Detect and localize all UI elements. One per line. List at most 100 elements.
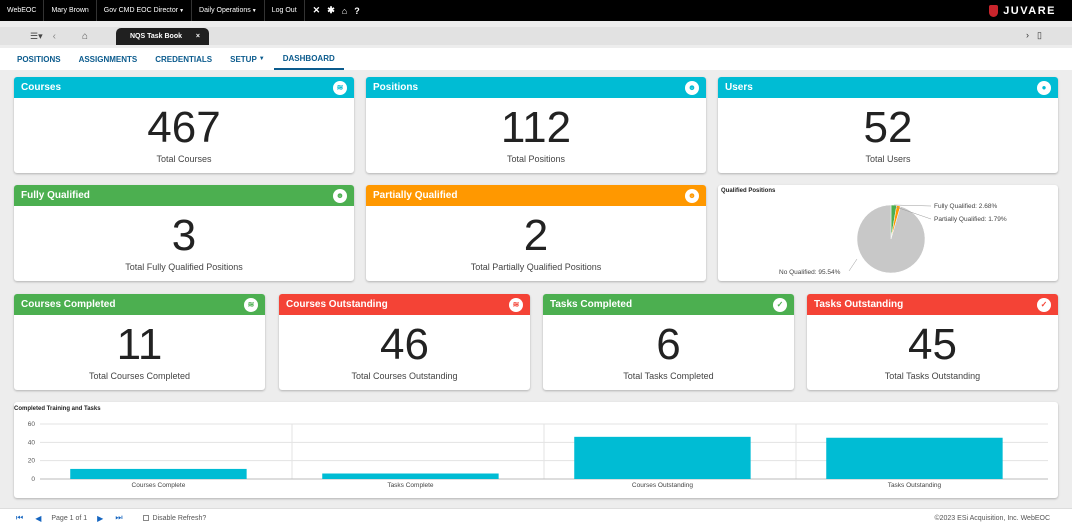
card-value: 3 bbox=[171, 211, 197, 260]
first-page-icon[interactable]: ⏮ bbox=[10, 513, 29, 523]
card-title: Courses Outstanding bbox=[286, 299, 388, 310]
nav-credentials[interactable]: CREDENTIALS bbox=[146, 48, 221, 70]
pie-label: No Qualified: 95.54% bbox=[779, 269, 841, 276]
card-value: 2 bbox=[523, 211, 549, 260]
nav-assignments[interactable]: ASSIGNMENTS bbox=[70, 48, 147, 70]
x-tick-label: Tasks Outstanding bbox=[888, 482, 942, 489]
y-tick-label: 60 bbox=[28, 421, 36, 428]
checkbox-icon[interactable] bbox=[142, 515, 149, 521]
layers-icon: ≋ bbox=[333, 80, 347, 95]
bar-chart: 0 20 40 60 Courses Complete Tasks Complete Cou… bbox=[28, 421, 1048, 489]
courses-completed-card: Courses Completed ≋ 11 Total Courses Comp… bbox=[14, 294, 265, 390]
close-icon[interactable]: × bbox=[196, 33, 200, 40]
card-label: Total Fully Qualified Positions bbox=[125, 262, 243, 272]
card-value: 112 bbox=[500, 103, 572, 152]
copyright: ©2023 ESi Acquisition, Inc. WebEOC bbox=[934, 514, 1050, 522]
pie-title: Qualified Positions bbox=[721, 188, 776, 194]
card-value: 467 bbox=[147, 103, 221, 152]
layers-icon: ≋ bbox=[509, 297, 523, 312]
card-value: 11 bbox=[116, 320, 163, 369]
tasks-outstanding-card: Tasks Outstanding ✓ 45 Total Tasks Outsta… bbox=[807, 294, 1058, 390]
gear-icon[interactable]: ✱ bbox=[327, 5, 335, 16]
courses-card: Courses ≋ 467 Total Courses bbox=[14, 77, 354, 173]
card-label: Total Courses Outstanding bbox=[351, 371, 458, 381]
caret-down-icon: ▼ bbox=[251, 7, 257, 14]
nav-positions[interactable]: POSITIONS bbox=[0, 48, 70, 70]
card-label: Total Courses Completed bbox=[88, 371, 191, 381]
chevron-right-icon[interactable]: › bbox=[1026, 30, 1029, 41]
card-title: Tasks Outstanding bbox=[814, 299, 904, 310]
logout-link[interactable]: Log Out bbox=[265, 0, 305, 21]
bar bbox=[322, 473, 499, 479]
nav-dashboard[interactable]: DASHBOARD bbox=[273, 48, 344, 70]
bar bbox=[70, 468, 247, 479]
top-bar: WebEOC Mary Brown Gov CMD EOC Director ▼ … bbox=[0, 0, 1072, 21]
incident-dropdown[interactable]: Daily Operations ▼ bbox=[192, 0, 265, 21]
inbox-icon[interactable]: ⌂ bbox=[342, 6, 347, 16]
x-tick-label: Tasks Complete bbox=[387, 482, 434, 489]
card-title: Courses Completed bbox=[21, 299, 116, 310]
nav-setup[interactable]: SETUP ▼ bbox=[221, 48, 274, 70]
x-tick-label: Courses Complete bbox=[132, 482, 186, 489]
bar bbox=[574, 436, 751, 479]
card-label: Total Users bbox=[865, 154, 911, 164]
y-tick-label: 40 bbox=[28, 439, 36, 446]
prev-page-icon[interactable]: ◀ bbox=[29, 514, 47, 523]
sub-nav: POSITIONS ASSIGNMENTS CREDENTIALS SETUP ▼… bbox=[0, 48, 1072, 70]
card-label: Total Tasks Completed bbox=[623, 371, 714, 381]
layers-icon: ≋ bbox=[244, 297, 258, 312]
juvare-shield-icon bbox=[989, 4, 999, 17]
position-dropdown[interactable]: Gov CMD EOC Director ▼ bbox=[97, 0, 193, 21]
users-group-icon: ☻ bbox=[333, 188, 347, 203]
bar-chart-title: Completed Training and Tasks bbox=[14, 406, 101, 412]
positions-card: Positions ☻ 112 Total Positions bbox=[366, 77, 706, 173]
next-page-icon[interactable]: ▶ bbox=[91, 514, 109, 523]
pie-slice bbox=[856, 204, 926, 274]
completed-training-chart-card: 0 20 40 60 Courses Complete Tasks Complete Cou… bbox=[14, 402, 1058, 498]
page-indicator: Page 1 of 1 bbox=[51, 514, 88, 522]
help-icon[interactable]: ? bbox=[354, 6, 360, 16]
pie-label: Fully Qualified: 2.68% bbox=[934, 203, 997, 210]
menu-icon[interactable]: ☰▾ bbox=[30, 31, 43, 42]
courses-outstanding-card: Courses Outstanding ≋ 46 Total Courses Ou… bbox=[279, 294, 530, 390]
brand-logo: JUVARE bbox=[989, 4, 1072, 17]
document-icon[interactable]: ▯ bbox=[1037, 30, 1042, 41]
card-value: 6 bbox=[656, 320, 681, 369]
chevron-left-icon[interactable]: ‹ bbox=[53, 31, 56, 42]
app-name[interactable]: WebEOC bbox=[0, 0, 45, 21]
x-tick-label: Courses Outstanding bbox=[632, 482, 693, 489]
y-tick-label: 20 bbox=[28, 458, 36, 465]
disable-refresh-checkbox[interactable]: Disable Refresh? bbox=[142, 515, 206, 522]
users-group-icon: ☻ bbox=[685, 188, 699, 203]
user-name[interactable]: Mary Brown bbox=[44, 0, 97, 21]
card-title: Partially Qualified bbox=[373, 190, 458, 201]
card-value: 46 bbox=[380, 320, 429, 369]
check-icon: ✓ bbox=[1037, 297, 1051, 312]
card-label: Total Positions bbox=[506, 154, 566, 164]
pie-label: Partially Qualified: 1.79% bbox=[934, 216, 1007, 223]
card-label: Total Partially Qualified Positions bbox=[470, 262, 602, 272]
card-title: Tasks Completed bbox=[550, 299, 633, 310]
y-tick-label: 0 bbox=[31, 476, 35, 483]
card-title: Positions bbox=[373, 82, 419, 93]
card-title: Fully Qualified bbox=[21, 190, 90, 201]
fully-qualified-card: Fully Qualified ☻ 3 Total Fully Qualified… bbox=[14, 185, 354, 281]
partially-qualified-card: Partially Qualified ☻ 2 Total Partially Q… bbox=[366, 185, 706, 281]
tab-bar: ☰▾ ‹ ⌂ NQS Task Book × › ▯ bbox=[0, 27, 1072, 45]
qualified-positions-pie-card: Qualified Positions Fully Qualified: 2.6… bbox=[718, 185, 1058, 281]
caret-down-icon: ▼ bbox=[258, 56, 265, 62]
home-icon[interactable]: ⌂ bbox=[82, 31, 88, 42]
pie-chart: Fully Qualified: 2.68% Partially Qualifie… bbox=[779, 203, 1007, 276]
bar bbox=[826, 437, 1003, 479]
last-page-icon[interactable]: ⏭ bbox=[109, 513, 128, 523]
card-label: Total Courses bbox=[156, 154, 212, 164]
users-group-icon: ☻ bbox=[685, 80, 699, 95]
tab-nqs-task-book[interactable]: NQS Task Book × bbox=[116, 28, 209, 45]
card-label: Total Tasks Outstanding bbox=[884, 371, 981, 381]
footer-bar: ⏮ ◀ Page 1 of 1 ▶ ⏭ Disable Refresh? ©20… bbox=[0, 508, 1072, 527]
check-icon: ✓ bbox=[773, 297, 787, 312]
expand-icon[interactable]: ✕ bbox=[313, 5, 321, 16]
caret-down-icon: ▼ bbox=[179, 7, 185, 14]
card-value: 45 bbox=[908, 320, 957, 369]
card-title: Courses bbox=[21, 82, 62, 93]
